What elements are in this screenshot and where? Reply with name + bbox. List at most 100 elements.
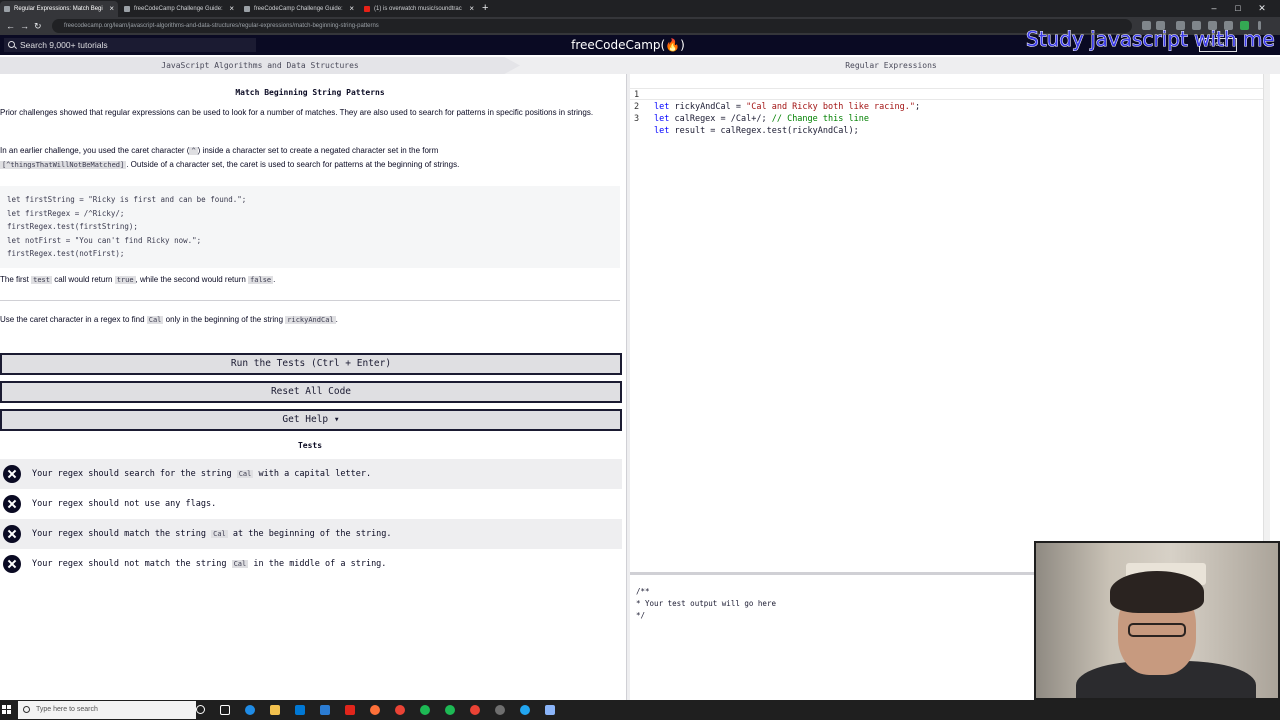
- browser-tab[interactable]: freeCodeCamp Challenge Guide: ×: [120, 1, 238, 17]
- tab-close-icon[interactable]: ×: [109, 1, 114, 17]
- firefox-icon[interactable]: [370, 705, 380, 715]
- text: in the middle of a string.: [248, 559, 387, 569]
- tab-close-icon[interactable]: ×: [349, 1, 354, 17]
- fcc-favicon-icon: [124, 6, 130, 12]
- editor-code: let calRegex = /Cal+/; // Change this li…: [654, 113, 869, 125]
- inline-code: test: [31, 276, 52, 284]
- comment: // Change this line: [771, 114, 869, 124]
- test-item: Your regex should match the string Cal a…: [0, 519, 622, 549]
- code-example: let firstString = "Ricky is first and ca…: [0, 186, 620, 268]
- breadcrumb-block[interactable]: Regular Expressions: [530, 57, 1252, 74]
- inline-code: [^thingsThatWillNotBeMatched]: [0, 161, 127, 169]
- description-paragraph: The first test call would return true, w…: [0, 273, 620, 287]
- editor-scrollbar[interactable]: [1263, 74, 1270, 572]
- minimize-icon[interactable]: –: [1202, 0, 1226, 17]
- windows-start-icon[interactable]: [2, 705, 11, 714]
- tab-close-icon[interactable]: ×: [469, 1, 474, 17]
- text: only in the beginning of the string: [163, 315, 286, 324]
- search-icon: [23, 706, 30, 713]
- get-help-button[interactable]: Get Help ▾: [0, 409, 622, 431]
- inline-code: Cal: [236, 470, 254, 478]
- edge-icon[interactable]: [245, 705, 255, 715]
- inline-code: Cal: [211, 530, 228, 538]
- window-close-icon[interactable]: ✕: [1250, 0, 1274, 17]
- tab-title: freeCodeCamp Challenge Guide:: [254, 6, 343, 12]
- run-tests-button[interactable]: Run the Tests (Ctrl + Enter): [0, 353, 622, 375]
- editor-line[interactable]: 3 let result = calRegex.test(rickyAndCal…: [630, 101, 1264, 136]
- webcam-glasses: [1128, 623, 1186, 637]
- spotify-icon[interactable]: [445, 705, 455, 715]
- maximize-icon[interactable]: □: [1226, 0, 1250, 17]
- task-view-icon[interactable]: [220, 705, 230, 715]
- keyword: let: [654, 114, 670, 124]
- reset-code-button[interactable]: Reset All Code: [0, 381, 622, 403]
- inline-code: rickyAndCal: [285, 316, 336, 324]
- cortana-icon[interactable]: [196, 705, 205, 714]
- new-tab-icon[interactable]: +: [482, 0, 488, 17]
- taskbar-search-input[interactable]: Type here to search: [18, 701, 196, 719]
- notepad-icon[interactable]: [545, 705, 555, 715]
- vscode-icon[interactable]: [520, 705, 530, 715]
- youtube-favicon-icon: [364, 6, 370, 12]
- fail-x-icon: [3, 465, 21, 483]
- text: Your regex should search for the string: [32, 469, 237, 479]
- text: Your regex should match the string: [32, 529, 212, 539]
- spotify-icon[interactable]: [420, 705, 430, 715]
- taskbar-search-placeholder: Type here to search: [36, 706, 98, 713]
- browser-tab[interactable]: freeCodeCamp Challenge Guide: ×: [240, 1, 358, 17]
- chrome-icon[interactable]: [395, 705, 405, 715]
- tab-title: (1) is overwatch music/soundtrac: [374, 6, 462, 12]
- text: call would return: [51, 275, 115, 284]
- office-icon[interactable]: [345, 705, 355, 715]
- code-editor[interactable]: 1 let rickyAndCal = "Cal and Ricky both …: [630, 74, 1264, 572]
- text: In an earlier challenge, you used the ca…: [0, 146, 190, 155]
- code-line: let firstRegex = /^Ricky/;: [7, 208, 125, 218]
- text: .: [273, 275, 276, 284]
- back-icon[interactable]: ←: [6, 20, 15, 32]
- forward-icon[interactable]: →: [20, 20, 29, 32]
- fail-x-icon: [3, 525, 21, 543]
- webcam-person-hair: [1110, 571, 1204, 613]
- browser-tab-active[interactable]: Regular Expressions: Match Begi ×: [0, 1, 118, 17]
- text: Your regex should not match the string: [32, 559, 232, 569]
- text: ) inside a character set to create a neg…: [197, 146, 439, 155]
- test-output: /** * Your test output will go here */: [636, 587, 776, 620]
- keyword: let: [654, 126, 670, 136]
- tab-close-icon[interactable]: ×: [229, 1, 234, 17]
- instructions-pane: Match Beginning String Patterns Prior ch…: [0, 74, 626, 700]
- text: Use the caret character in a regex to fi…: [0, 315, 147, 324]
- breadcrumb-superblock[interactable]: JavaScript Algorithms and Data Structure…: [0, 57, 520, 74]
- text: , while the second would return: [135, 275, 249, 284]
- breadcrumb: JavaScript Algorithms and Data Structure…: [0, 57, 1280, 74]
- test-item: Your regex should search for the string …: [0, 459, 622, 489]
- windows-taskbar: Type here to search: [0, 700, 1280, 720]
- reload-icon[interactable]: ↻: [34, 20, 42, 32]
- test-item: Your regex should not match the string C…: [0, 549, 622, 579]
- inline-code: true: [114, 276, 136, 284]
- test-item: Your regex should not use any flags.: [0, 489, 622, 519]
- text: .: [335, 315, 338, 324]
- code-line: firstRegex.test(notFirst);: [7, 249, 125, 258]
- editor-code: let result = calRegex.test(rickyAndCal);: [654, 125, 859, 137]
- text: at the beginning of the string.: [227, 529, 392, 539]
- fail-x-icon: [3, 555, 21, 573]
- inline-code: false: [248, 276, 274, 284]
- inline-code: Cal: [231, 560, 249, 568]
- url-field[interactable]: freecodecamp.org/learn/javascript-algori…: [52, 19, 1132, 33]
- store-icon[interactable]: [295, 705, 305, 715]
- file-explorer-icon[interactable]: [270, 705, 280, 715]
- description-paragraph: In an earlier challenge, you used the ca…: [0, 144, 620, 172]
- text: with a capital letter.: [253, 469, 372, 479]
- text: Your regex should not use any flags.: [32, 499, 217, 509]
- obs-icon[interactable]: [495, 705, 505, 715]
- line-number: 3: [634, 114, 640, 124]
- challenge-title: Match Beginning String Patterns: [235, 88, 385, 97]
- mail-icon[interactable]: [320, 705, 330, 715]
- tab-title: freeCodeCamp Challenge Guide:: [134, 6, 223, 12]
- code: result = calRegex.test(rickyAndCal);: [669, 126, 859, 136]
- browser-tab[interactable]: (1) is overwatch music/soundtrac ×: [360, 1, 478, 17]
- code-line: let notFirst = "You can't find Ricky now…: [7, 235, 202, 245]
- browser-tab-bar: Regular Expressions: Match Begi × freeCo…: [0, 0, 1280, 17]
- editor-line-current[interactable]: 2 let calRegex = /Cal+/; // Change this …: [630, 88, 1264, 124]
- chrome-icon[interactable]: [470, 705, 480, 715]
